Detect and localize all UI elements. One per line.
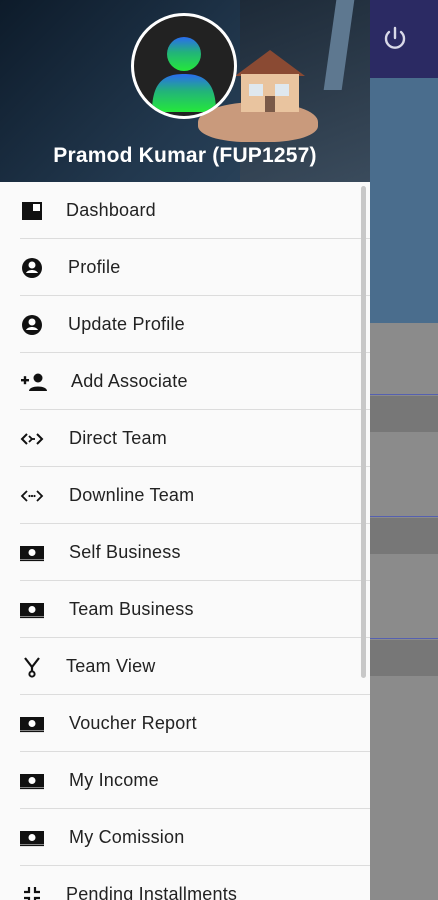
menu-item-profile[interactable]: Profile — [0, 239, 370, 296]
menu-item-voucher-report[interactable]: Voucher Report — [0, 695, 370, 752]
menu-item-update-profile[interactable]: Update Profile — [0, 296, 370, 353]
background-row — [370, 396, 438, 432]
background-banner — [370, 78, 438, 323]
menu-label: Direct Team — [69, 428, 167, 448]
navigation-drawer: Pramod Kumar (FUP1257) Dashboard Profile… — [0, 0, 370, 900]
tree-fork-icon — [19, 656, 45, 678]
drawer-scrollbar[interactable] — [361, 186, 366, 678]
menu-item-my-income[interactable]: My Income — [0, 752, 370, 809]
menu-item-team-business[interactable]: Team Business — [0, 581, 370, 638]
user-name: Pramod Kumar (FUP1257) — [53, 144, 317, 167]
dashboard-icon — [19, 200, 45, 222]
money-icon — [19, 827, 45, 849]
avatar[interactable] — [131, 13, 237, 119]
menu-item-direct-team[interactable]: Direct Team — [0, 410, 370, 467]
money-icon — [19, 599, 45, 621]
background-divider — [370, 516, 438, 517]
drawer-header: Pramod Kumar (FUP1257) — [0, 0, 370, 182]
drawer-menu: Dashboard Profile Update Profile Add Ass… — [0, 182, 370, 900]
menu-item-team-view[interactable]: Team View — [0, 638, 370, 695]
background-divider — [370, 638, 438, 639]
background-row — [370, 518, 438, 554]
menu-label: Team Business — [69, 599, 194, 619]
menu-item-pending-installments[interactable]: Pending Installments — [0, 866, 370, 900]
menu-label: Profile — [68, 257, 121, 277]
person-add-icon — [19, 371, 49, 393]
background-row — [370, 640, 438, 676]
code-dots-icon — [19, 485, 45, 507]
menu-label: Pending Installments — [66, 884, 238, 900]
menu-label: Self Business — [69, 542, 181, 562]
menu-label: My Comission — [69, 827, 185, 847]
account-circle-icon — [19, 257, 45, 279]
money-icon — [19, 713, 45, 735]
menu-item-my-comission[interactable]: My Comission — [0, 809, 370, 866]
code-arrows-icon — [19, 428, 45, 450]
menu-item-dashboard[interactable]: Dashboard — [0, 182, 370, 239]
menu-label: Downline Team — [69, 485, 195, 505]
menu-label: Dashboard — [66, 200, 156, 220]
menu-item-add-associate[interactable]: Add Associate — [0, 353, 370, 410]
menu-label: My Income — [69, 770, 159, 790]
menu-item-downline-team[interactable]: Downline Team — [0, 467, 370, 524]
collapse-icon — [19, 884, 45, 900]
menu-label: Update Profile — [68, 314, 185, 334]
menu-label: Add Associate — [71, 371, 188, 391]
money-icon — [19, 770, 45, 792]
menu-item-self-business[interactable]: Self Business — [0, 524, 370, 581]
menu-label: Voucher Report — [69, 713, 197, 733]
power-icon[interactable] — [378, 22, 412, 56]
background-divider — [370, 394, 438, 395]
money-icon — [19, 542, 45, 564]
house-image — [235, 50, 305, 112]
account-circle-icon — [19, 314, 45, 336]
menu-label: Team View — [66, 656, 156, 676]
